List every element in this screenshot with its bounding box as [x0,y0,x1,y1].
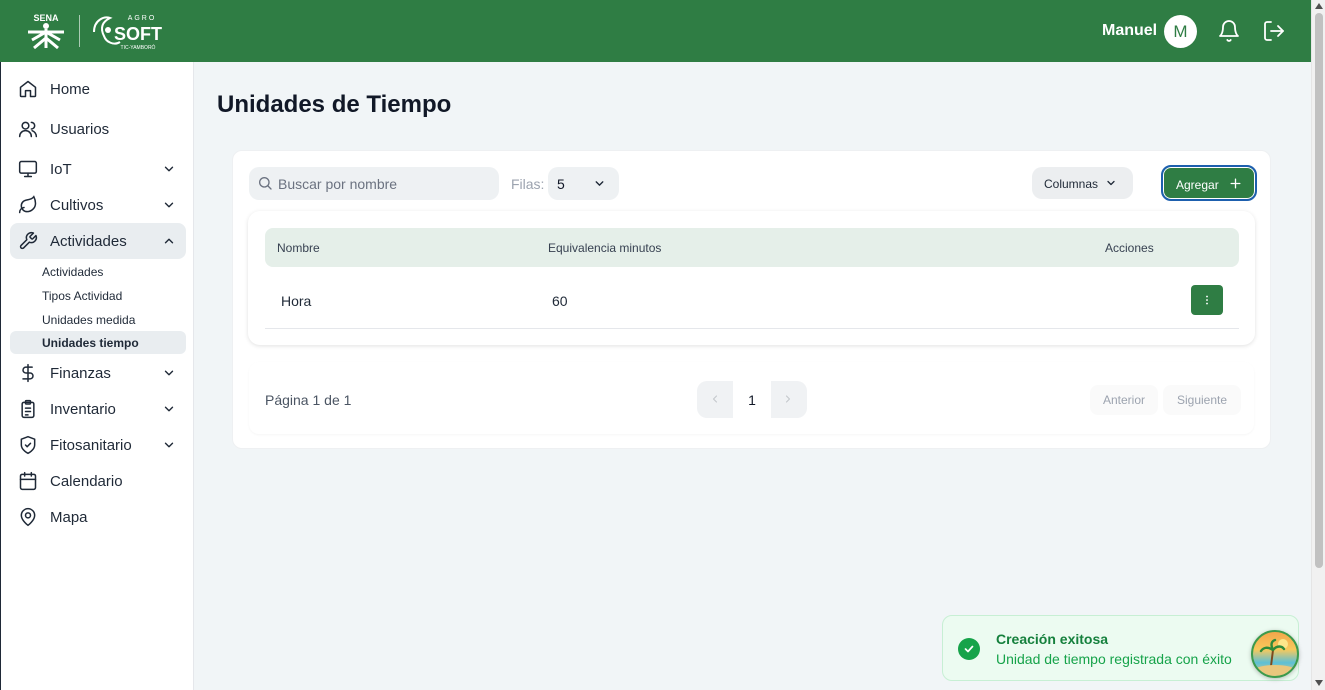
sidebar-subitem-label: Tipos Actividad [42,288,123,303]
chevron-left-icon[interactable] [709,393,721,405]
chevron-right-icon[interactable] [782,393,794,405]
sidebar: Home Usuarios IoT Cultivos Actividades A… [0,62,194,690]
page-number-button[interactable]: 1 [733,381,771,418]
columns-button-label: Columnas [1044,177,1099,191]
sidebar-subitem-actividades[interactable]: Actividades [10,260,186,283]
rows-select-value: 5 [557,176,565,192]
sidebar-item-iot[interactable]: IoT [10,151,186,187]
chevron-down-icon [164,406,174,412]
chevron-up-icon [164,238,174,244]
search-box[interactable] [249,167,499,200]
pagination-control: 1 [697,381,807,418]
row-actions-button[interactable] [1191,285,1223,315]
add-button-label: Agregar [1176,178,1219,192]
plus-icon [1230,178,1241,189]
sidebar-item-label: Finanzas [50,364,111,382]
sidebar-item-usuarios[interactable]: Usuarios [10,111,186,147]
home-icon [19,80,37,98]
chatbot-avatar-icon[interactable] [1251,630,1299,678]
next-button[interactable]: Siguiente [1163,385,1241,415]
vertical-scrollbar[interactable] [1311,0,1325,690]
clipboard-icon [21,399,35,419]
sidebar-item-label: Inventario [50,400,116,418]
sidebar-item-cultivos[interactable]: Cultivos [10,187,186,223]
rows-select[interactable]: 5 [548,167,619,200]
user-name: Manuel [1102,22,1158,39]
chevron-down-icon [164,202,174,208]
wrench-icon [19,231,38,250]
rows-label: Filas: [511,176,545,192]
svg-text:SENA: SENA [33,13,59,23]
more-vertical-icon [1206,295,1208,305]
table-header: Nombre Equivalencia minutos Acciones [265,228,1239,267]
sidebar-subitem-label: Unidades medida [42,312,136,327]
page-info: Página 1 de 1 [265,392,352,408]
add-button[interactable]: Agregar [1161,165,1257,201]
svg-text:AGRO: AGRO [128,15,157,22]
sidebar-item-inventario[interactable]: Inventario [10,391,186,427]
sidebar-item-actividades[interactable]: Actividades [10,223,186,259]
scroll-thumb[interactable] [1315,13,1323,568]
columns-button[interactable]: Columnas [1032,167,1133,199]
sidebar-subitem-tipos-actividad[interactable]: Tipos Actividad [10,284,186,307]
toast-message: Unidad de tiempo registrada con éxito [996,651,1232,667]
previous-button[interactable]: Anterior [1090,385,1158,415]
sidebar-item-label: Home [50,80,91,98]
monitor-icon [18,160,38,178]
top-header: SENA AGRO SOFT TIC-YAMBORÓ Manuel M [0,0,1311,62]
column-header-equivalencia[interactable]: Equivalencia minutos [548,241,661,255]
sidebar-item-label: Cultivos [50,196,104,214]
cell-nombre: Hora [281,293,312,309]
sidebar-subitem-label: Unidades tiempo [42,335,139,350]
chevron-down-icon [595,181,604,186]
sidebar-item-finanzas[interactable]: Finanzas [10,355,186,391]
page-title: Unidades de Tiempo [217,91,452,118]
search-icon [259,177,272,190]
shield-icon [20,435,36,455]
sidebar-item-home[interactable]: Home [10,71,186,107]
dollar-icon [22,363,34,383]
map-pin-icon [20,507,36,527]
sidebar-item-label: Mapa [50,508,88,526]
chevron-down-icon [164,370,174,376]
search-input[interactable] [278,174,488,194]
sidebar-item-calendario[interactable]: Calendario [10,463,186,499]
sidebar-item-label: Calendario [50,472,123,490]
scroll-down-arrow-icon[interactable] [1315,680,1323,686]
logout-icon[interactable] [1262,19,1286,43]
sidebar-item-label: Usuarios [50,120,110,138]
table-row[interactable]: Hora 60 [265,274,1239,329]
scroll-up-arrow-icon[interactable] [1315,3,1323,9]
calendar-icon [19,471,37,491]
sidebar-subitem-unidades-tiempo[interactable]: Unidades tiempo [10,331,186,354]
bell-icon[interactable] [1217,19,1241,43]
column-header-nombre[interactable]: Nombre [277,241,320,255]
toast-title: Creación exitosa [996,631,1109,647]
chevron-down-icon [1107,180,1115,186]
logo-divider [79,15,80,47]
svg-text:TIC-YAMBORÓ: TIC-YAMBORÓ [121,44,156,51]
success-toast: Creación exitosa Unidad de tiempo regist… [942,615,1299,681]
sena-logo: SENA [28,13,64,50]
sidebar-item-label: IoT [50,160,72,178]
sidebar-subitem-label: Actividades [42,264,104,279]
agrosoft-logo: AGRO SOFT TIC-YAMBORÓ [93,15,162,51]
column-header-acciones: Acciones [1105,241,1154,255]
avatar[interactable]: M [1164,15,1197,48]
chevron-down-icon [164,166,174,172]
sidebar-item-label: Actividades [50,232,127,250]
sidebar-subitem-unidades-medida[interactable]: Unidades medida [10,308,186,331]
leaf-icon [18,195,37,214]
cell-equivalencia: 60 [552,293,568,309]
svg-text:SOFT: SOFT [114,24,162,44]
sidebar-item-label: Fitosanitario [50,436,132,454]
check-circle-icon [958,638,980,660]
sidebar-item-fitosanitario[interactable]: Fitosanitario [10,427,186,463]
sidebar-item-mapa[interactable]: Mapa [10,499,186,535]
users-icon [18,121,38,138]
chevron-down-icon [164,442,174,448]
